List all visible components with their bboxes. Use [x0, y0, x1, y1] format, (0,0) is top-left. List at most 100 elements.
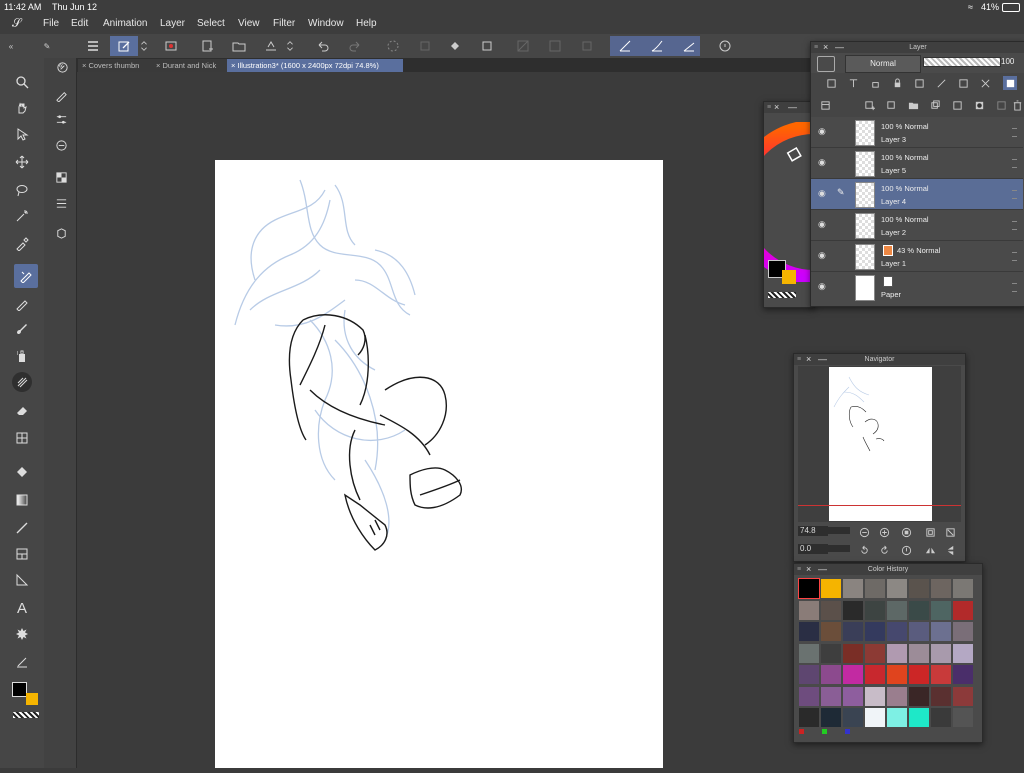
effect-icon[interactable]	[957, 77, 969, 89]
zoom-in-icon[interactable]	[878, 526, 890, 538]
flip-horizontal-icon[interactable]	[924, 544, 936, 556]
actual-size-icon[interactable]	[900, 526, 912, 538]
drag-handle-icon[interactable]	[1012, 221, 1017, 230]
main-color-swatch[interactable]	[12, 682, 27, 697]
brush-icon[interactable]	[12, 320, 32, 340]
drag-handle-icon[interactable]	[1012, 283, 1017, 292]
open-folder-icon[interactable]	[228, 36, 250, 56]
flip-vertical-icon[interactable]	[944, 544, 956, 556]
sub-color-swatch[interactable]	[26, 693, 38, 705]
color-swatch[interactable]	[953, 643, 973, 663]
layer-property-icon[interactable]	[817, 56, 835, 72]
subtool-list-icon[interactable]	[52, 194, 70, 212]
layer-mask-icon[interactable]	[973, 99, 985, 111]
color-swatch[interactable]	[931, 579, 951, 598]
color-swatch[interactable]	[821, 686, 841, 706]
line-icon[interactable]	[12, 518, 32, 538]
subtool-material-icon[interactable]	[52, 224, 70, 242]
gradient-icon[interactable]	[12, 490, 32, 510]
color-swatch[interactable]	[865, 708, 885, 727]
rotate-right-icon[interactable]	[878, 544, 890, 556]
new-folder-icon[interactable]	[907, 99, 919, 111]
color-swatch[interactable]	[821, 643, 841, 663]
color-swatch[interactable]	[799, 600, 819, 620]
color-swatch[interactable]	[909, 600, 929, 620]
delete-layer-icon[interactable]	[1011, 99, 1023, 111]
close-icon[interactable]: ×	[774, 102, 779, 113]
color-wheel[interactable]	[764, 122, 814, 282]
color-swatch[interactable]	[843, 665, 863, 684]
quick-access-icon[interactable]	[160, 36, 182, 56]
new-file-icon[interactable]	[196, 36, 218, 56]
magic-wand-icon[interactable]	[12, 206, 32, 226]
blend-mode-select[interactable]: Normal	[845, 55, 921, 73]
clip-icon[interactable]	[825, 77, 837, 89]
apply-mask-icon[interactable]	[995, 99, 1007, 111]
pen-tool-icon[interactable]	[14, 264, 38, 288]
undo-icon[interactable]	[312, 36, 334, 56]
menu-file[interactable]: File	[43, 18, 59, 29]
color-swatch[interactable]	[865, 622, 885, 641]
color-swatch[interactable]	[799, 622, 819, 641]
menu-view[interactable]: View	[238, 18, 260, 29]
copy-icon[interactable]	[414, 36, 436, 56]
hamburger-menu-icon[interactable]	[82, 36, 104, 56]
collapse-left-icon[interactable]: «	[4, 36, 18, 56]
transparent-color-swatch[interactable]	[13, 712, 39, 718]
color-swatch[interactable]	[909, 643, 929, 663]
menu-layer[interactable]: Layer	[160, 18, 185, 29]
visibility-eye-icon[interactable]: ◉	[818, 188, 830, 198]
color-swatch[interactable]	[843, 708, 863, 727]
loading-icon[interactable]	[382, 36, 404, 56]
visibility-eye-icon[interactable]: ◉	[818, 157, 830, 167]
drag-handle-icon[interactable]	[1012, 159, 1017, 168]
drag-handle-icon[interactable]	[1012, 190, 1017, 199]
reference-icon[interactable]	[847, 77, 859, 89]
decoration-icon[interactable]	[12, 372, 32, 392]
ruler-icon[interactable]	[12, 570, 32, 590]
color-swatch[interactable]	[843, 643, 863, 663]
new-vector-layer-icon[interactable]	[885, 99, 897, 111]
rotation-value[interactable]: 0.0	[798, 544, 828, 554]
hand-icon[interactable]	[12, 98, 32, 118]
color-swatch[interactable]	[887, 643, 907, 663]
draft-layer-icon[interactable]	[1003, 76, 1017, 90]
color-swatch[interactable]	[887, 622, 907, 641]
color-swatch[interactable]	[821, 579, 841, 598]
subtool-texture-icon[interactable]	[52, 168, 70, 186]
pen-mini-icon[interactable]: ✎	[40, 36, 54, 56]
stroke-curve-icon[interactable]	[646, 36, 668, 56]
balloon-icon[interactable]	[12, 624, 32, 644]
color-swatch[interactable]	[865, 665, 885, 684]
pencil-icon[interactable]	[12, 294, 32, 314]
close-icon[interactable]: ×	[806, 564, 811, 575]
layer-row[interactable]: ◉ 43 % Normal Layer 1	[811, 241, 1023, 272]
color-swatch[interactable]	[821, 665, 841, 684]
navigator-preview[interactable]	[798, 366, 961, 522]
eraser-icon[interactable]	[12, 400, 32, 420]
color-swatch[interactable]	[843, 579, 863, 598]
color-swatch[interactable]	[865, 579, 885, 598]
color-swatch[interactable]	[953, 600, 973, 620]
minimize-icon[interactable]: —	[818, 564, 827, 575]
tab-covers[interactable]: × Covers thumbn	[78, 59, 154, 72]
redo-icon[interactable]	[344, 36, 366, 56]
frame-icon[interactable]	[12, 544, 32, 564]
grid-icon[interactable]	[12, 428, 32, 448]
rotation-slider[interactable]	[828, 545, 850, 552]
select-all-icon[interactable]	[544, 36, 566, 56]
visibility-eye-icon[interactable]: ◉	[818, 281, 830, 291]
drawing-canvas[interactable]	[215, 160, 663, 768]
deselect-icon[interactable]	[576, 36, 598, 56]
save-stepper-icon[interactable]	[284, 36, 296, 56]
color-layer-icon[interactable]	[979, 77, 991, 89]
color-swatch[interactable]	[887, 686, 907, 706]
color-swatch[interactable]	[821, 622, 841, 641]
color-swatch[interactable]	[799, 686, 819, 706]
subtool-pen-icon[interactable]	[53, 58, 71, 76]
clear-icon[interactable]	[512, 36, 534, 56]
color-swatch[interactable]	[953, 686, 973, 706]
text-tool-icon[interactable]: A	[12, 598, 32, 618]
menu-window[interactable]: Window	[308, 18, 344, 29]
layer-row[interactable]: ◉ 100 % Normal Layer 3	[811, 117, 1023, 148]
